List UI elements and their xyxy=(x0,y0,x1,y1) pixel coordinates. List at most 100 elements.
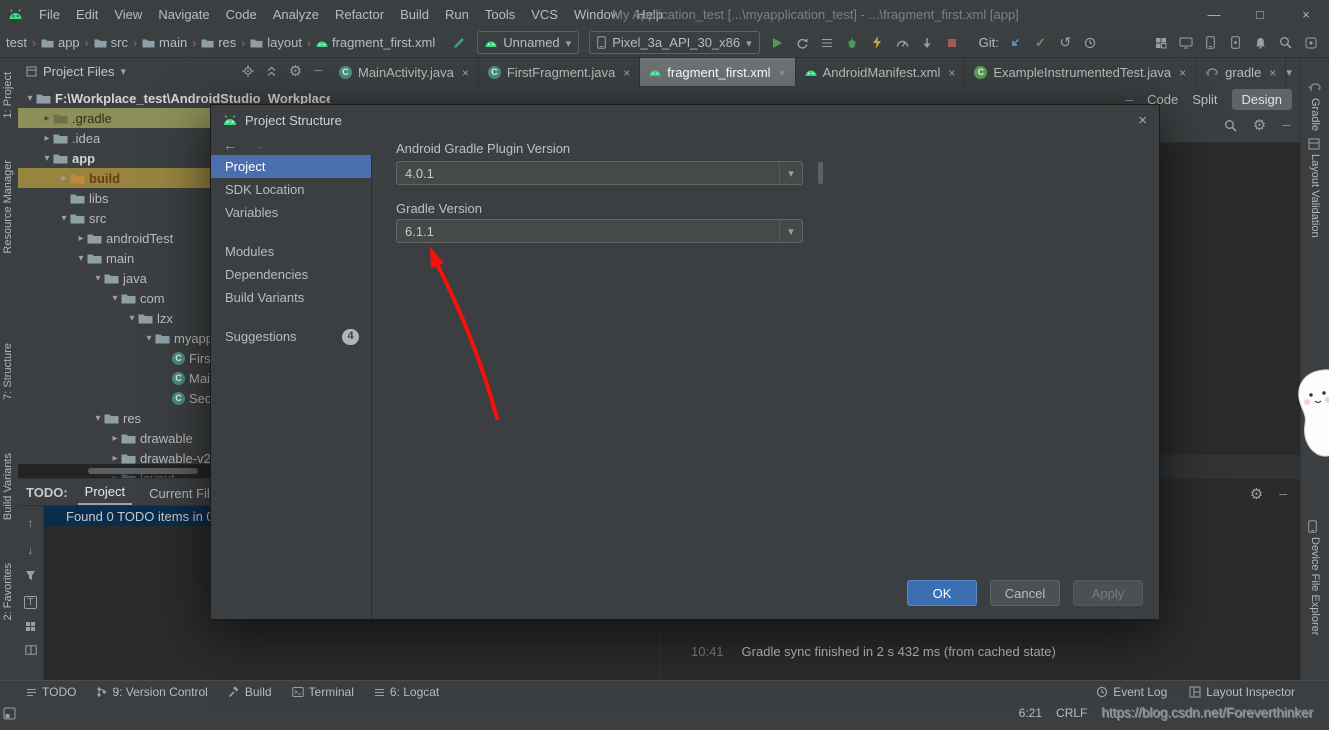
menu-tools[interactable]: Tools xyxy=(477,7,523,22)
todo-filter-icon[interactable] xyxy=(24,594,36,608)
chevron-down-icon[interactable] xyxy=(143,333,155,344)
pencil-icon[interactable] xyxy=(447,30,472,56)
run-icon[interactable] xyxy=(765,30,790,56)
dialog-nav-project[interactable]: Project xyxy=(211,155,371,178)
statusbar-version-control-button[interactable]: 9: Version Control xyxy=(96,685,207,699)
close-tab-icon[interactable] xyxy=(777,65,786,80)
search-icon[interactable] xyxy=(1224,119,1237,132)
next-todo-icon[interactable] xyxy=(28,543,34,557)
run-list-icon[interactable] xyxy=(815,30,840,56)
statusbar-logcat-button[interactable]: 6: Logcat xyxy=(374,685,439,699)
tool-tab-build-variants[interactable]: Build Variants xyxy=(2,453,14,520)
breadcrumb-src[interactable]: src xyxy=(92,35,130,50)
toolwindow-toggle-icon[interactable] xyxy=(3,707,16,720)
chevron-right-icon[interactable] xyxy=(109,453,121,464)
filter-funnel-icon[interactable] xyxy=(25,570,36,581)
chevron-down-icon[interactable] xyxy=(75,253,87,264)
maximize-button[interactable]: □ xyxy=(1237,0,1283,28)
statusbar-build-button[interactable]: Build xyxy=(228,685,272,699)
run-configuration-select[interactable]: Unnamed xyxy=(477,31,579,54)
editor-tab-firstfragment[interactable]: CFirstFragment.java xyxy=(479,58,640,86)
menu-file[interactable]: File xyxy=(31,7,68,22)
locate-file-icon[interactable] xyxy=(242,65,254,77)
cancel-button[interactable]: Cancel xyxy=(990,580,1060,606)
breadcrumb-main[interactable]: main xyxy=(140,35,189,50)
tool-tab-device-file-explorer[interactable]: Device File Explorer xyxy=(1309,537,1321,635)
hide-panel-icon[interactable] xyxy=(314,65,322,77)
chevron-down-icon[interactable] xyxy=(779,162,802,184)
hide-panel-icon[interactable] xyxy=(1279,487,1287,501)
back-arrow-icon[interactable]: ← xyxy=(223,137,237,153)
scrollbar-thumb[interactable] xyxy=(88,468,198,474)
dialog-close-icon[interactable] xyxy=(1138,112,1147,129)
tool-tab-resource-manager[interactable]: Resource Manager xyxy=(2,160,14,254)
close-tab-icon[interactable] xyxy=(1177,65,1186,80)
caret-position[interactable]: 6:21 xyxy=(1019,706,1042,720)
chevron-down-icon[interactable] xyxy=(109,293,121,304)
chevron-down-icon[interactable] xyxy=(41,153,53,164)
apply-changes-icon[interactable] xyxy=(790,30,815,56)
settings-gear-icon[interactable] xyxy=(1250,485,1263,503)
chevron-down-icon[interactable] xyxy=(92,413,104,424)
emulator-icon[interactable] xyxy=(1223,30,1248,56)
forward-arrow-icon[interactable]: → xyxy=(251,137,265,153)
editor-tab-mainactivity[interactable]: CMainActivity.java xyxy=(330,58,479,86)
debug-icon[interactable] xyxy=(840,30,865,56)
git-history-icon[interactable] xyxy=(1078,30,1103,56)
agp-version-select[interactable]: 4.0.1 xyxy=(396,161,803,185)
menu-analyze[interactable]: Analyze xyxy=(265,7,327,22)
chevron-down-icon[interactable] xyxy=(1286,65,1292,79)
chevron-right-icon[interactable] xyxy=(75,233,87,244)
chevron-down-icon[interactable] xyxy=(779,220,802,242)
attach-debugger-icon[interactable] xyxy=(915,30,940,56)
chevron-right-icon[interactable] xyxy=(41,113,53,124)
chevron-down-icon[interactable] xyxy=(58,213,70,224)
ok-button[interactable]: OK xyxy=(907,580,977,606)
menu-view[interactable]: View xyxy=(106,7,150,22)
menu-navigate[interactable]: Navigate xyxy=(150,7,217,22)
menu-run[interactable]: Run xyxy=(437,7,477,22)
menu-build[interactable]: Build xyxy=(392,7,437,22)
apply-code-changes-icon[interactable] xyxy=(865,30,890,56)
git-update-icon[interactable] xyxy=(1003,30,1028,56)
breadcrumb-layout[interactable]: layout xyxy=(248,35,304,50)
close-tab-icon[interactable] xyxy=(1267,65,1276,80)
git-commit-icon[interactable] xyxy=(1028,30,1053,56)
breadcrumb-app[interactable]: app xyxy=(39,35,82,50)
project-view-selector[interactable]: Project Files xyxy=(43,64,115,79)
hide-icon[interactable] xyxy=(1282,118,1290,132)
chevron-right-icon[interactable] xyxy=(109,433,121,444)
minimize-button[interactable]: — xyxy=(1191,0,1237,28)
chevron-right-icon[interactable] xyxy=(58,173,70,184)
stop-icon[interactable] xyxy=(940,30,965,56)
menu-vcs[interactable]: VCS xyxy=(523,7,566,22)
statusbar-todo-button[interactable]: TODO xyxy=(26,685,76,699)
chevron-down-icon[interactable] xyxy=(92,273,104,284)
search-everywhere-icon[interactable] xyxy=(1273,30,1298,56)
editor-tab-gradle[interactable]: gradle xyxy=(1196,58,1286,86)
menu-refactor[interactable]: Refactor xyxy=(327,7,392,22)
editor-tab-exampleinstrumentedtest[interactable]: CExampleInstrumentedTest.java xyxy=(965,58,1196,86)
device-manager-icon[interactable] xyxy=(1198,30,1223,56)
chevron-down-icon[interactable] xyxy=(24,93,36,104)
close-button[interactable]: × xyxy=(1283,0,1329,28)
menu-code[interactable]: Code xyxy=(218,7,265,22)
apply-button[interactable]: Apply xyxy=(1073,580,1143,606)
layout-inspector-icon[interactable] xyxy=(1173,30,1198,56)
ide-settings-icon[interactable] xyxy=(1298,30,1323,56)
view-mode-design[interactable]: Design xyxy=(1232,89,1292,110)
dialog-nav-suggestions[interactable]: Suggestions4 xyxy=(211,325,371,348)
dialog-title-bar[interactable]: Project Structure xyxy=(211,105,1159,135)
view-mode-split[interactable]: Split xyxy=(1192,92,1217,107)
menu-edit[interactable]: Edit xyxy=(68,7,106,22)
dialog-nav-modules[interactable]: Modules xyxy=(211,240,371,263)
device-select[interactable]: Pixel_3a_API_30_x86 xyxy=(589,31,759,54)
close-tab-icon[interactable] xyxy=(621,65,630,80)
tool-tab-project[interactable]: 1: Project xyxy=(2,72,14,118)
todo-tab-project[interactable]: Project xyxy=(78,479,132,505)
gear-icon[interactable] xyxy=(1253,116,1266,134)
dialog-nav-variables[interactable]: Variables xyxy=(211,201,371,224)
previous-todo-icon[interactable] xyxy=(28,516,34,530)
statusbar-terminal-button[interactable]: Terminal xyxy=(292,685,354,699)
git-rollback-icon[interactable] xyxy=(1053,30,1078,56)
